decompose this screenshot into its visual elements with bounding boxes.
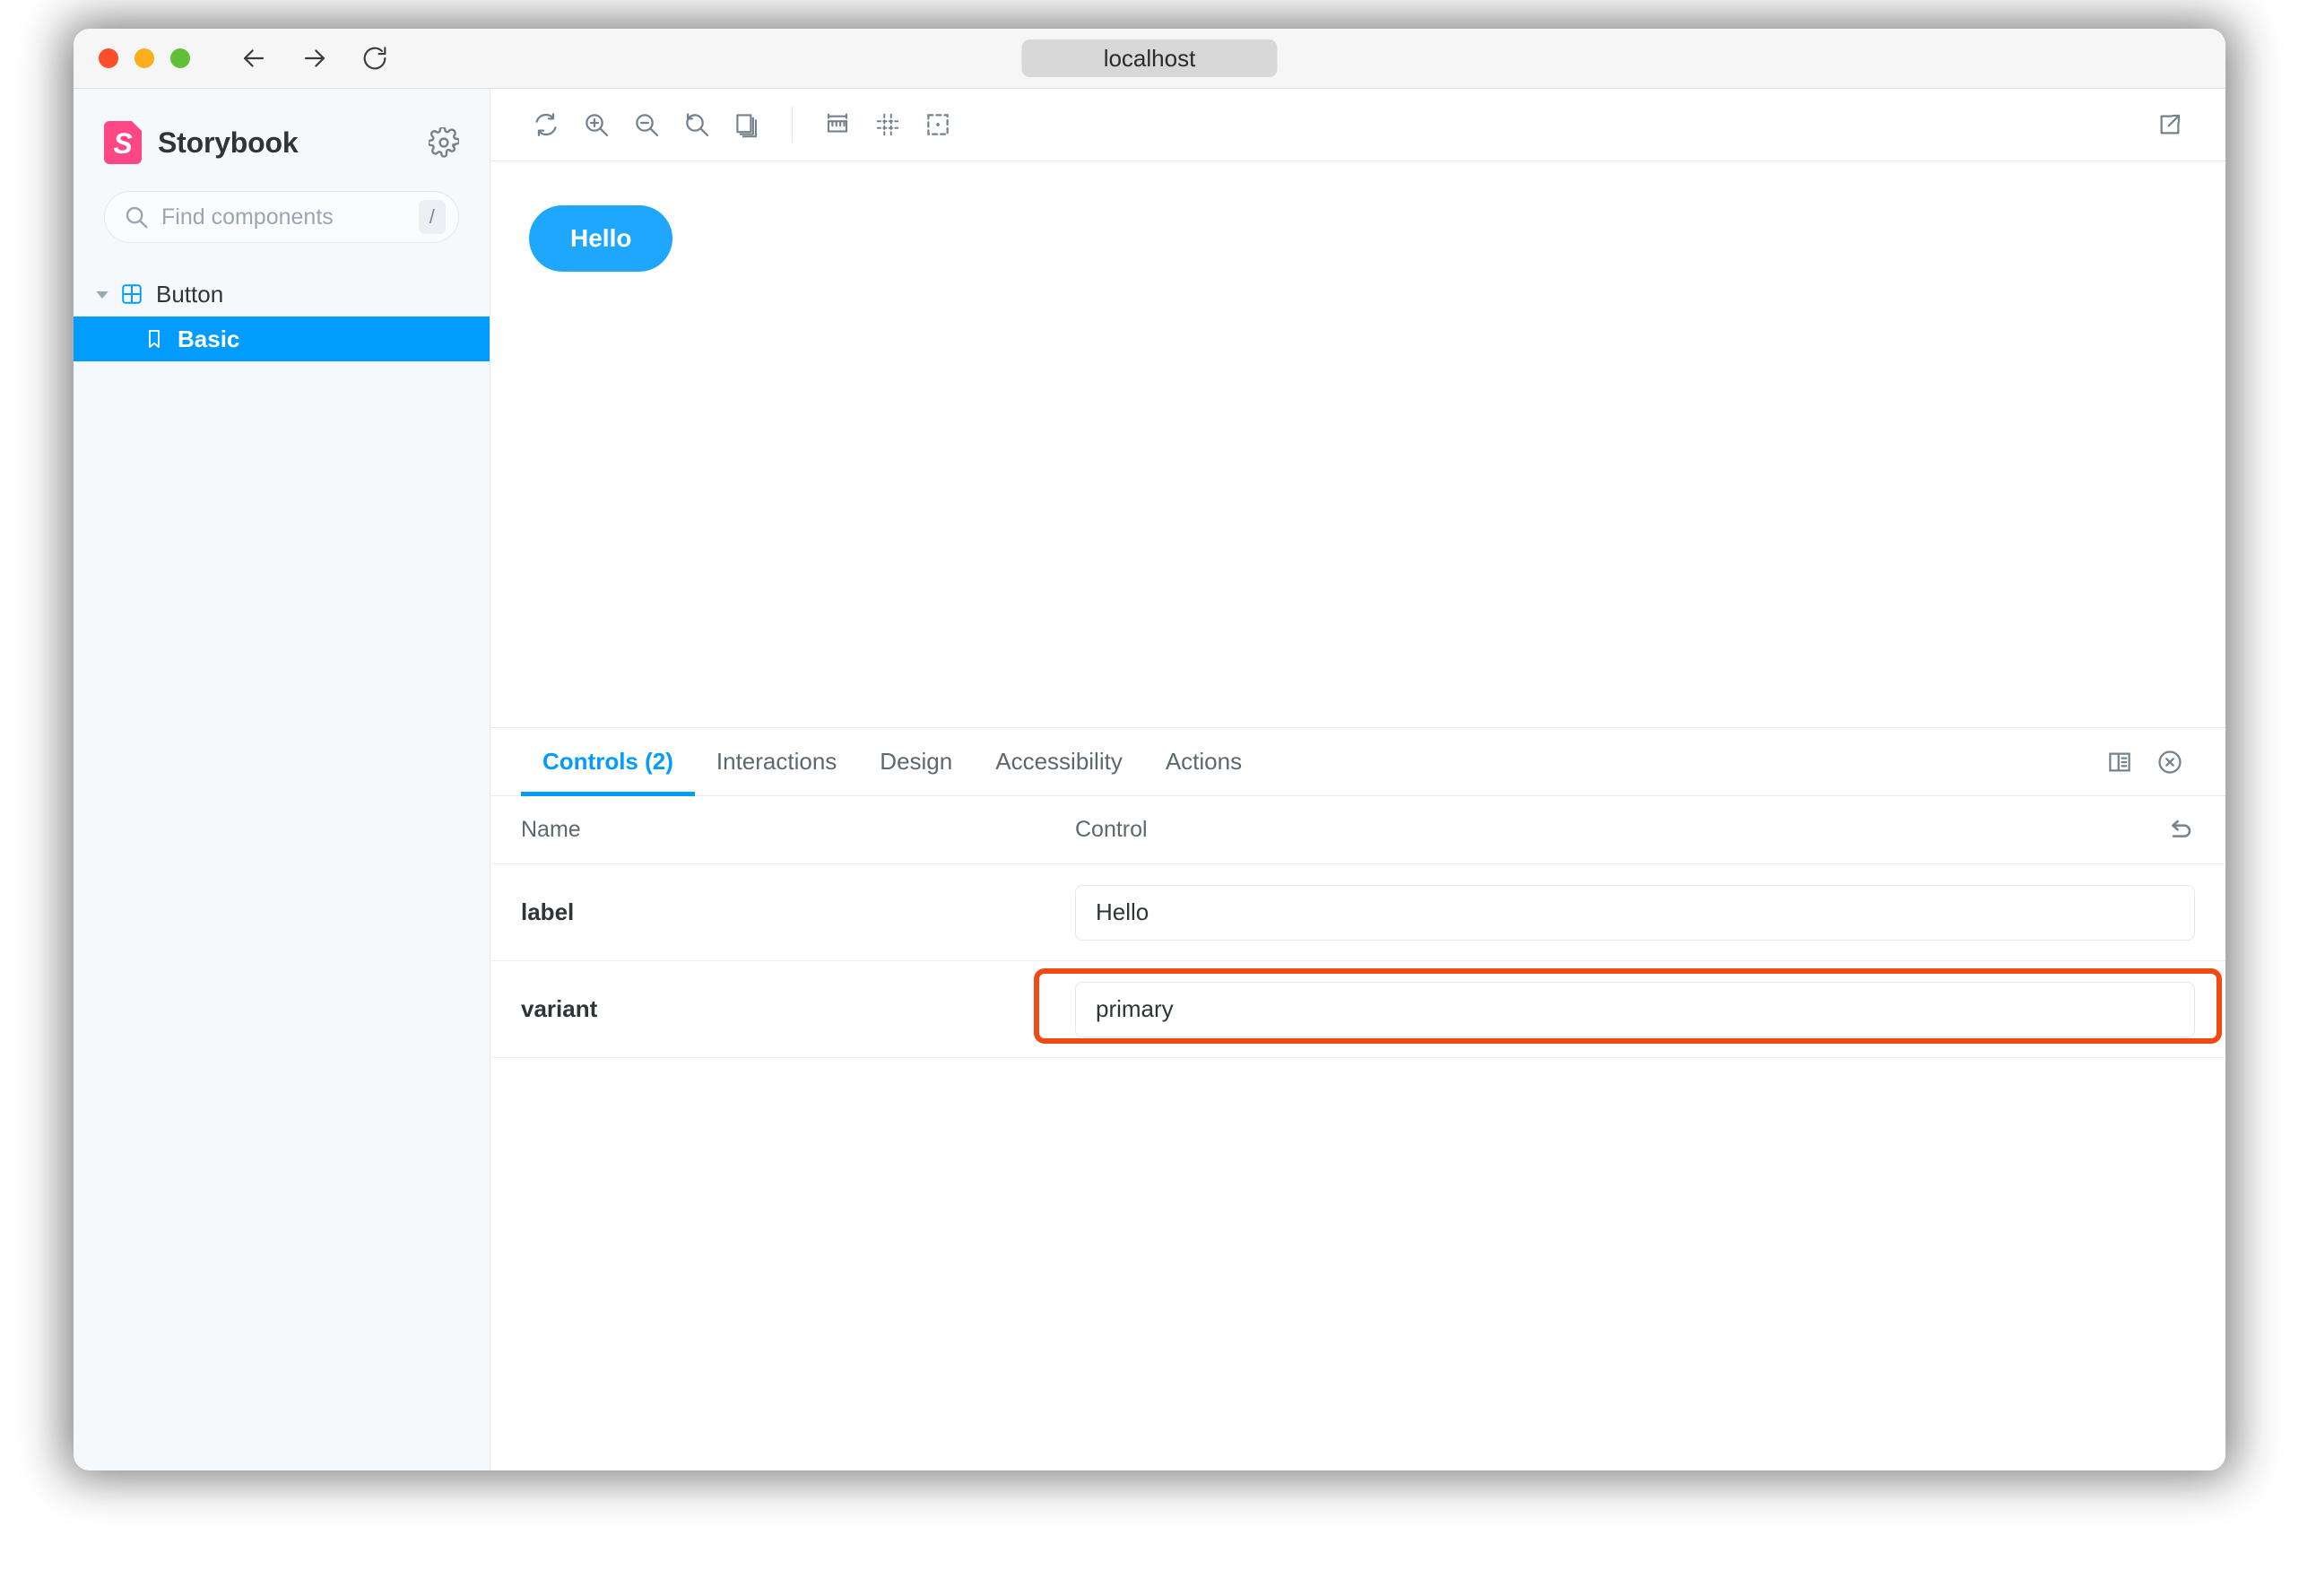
search-icon bbox=[123, 204, 150, 230]
browser-window: localhost S Storybook Find components / … bbox=[74, 29, 2225, 1470]
sidebar-item-label: Button bbox=[156, 280, 224, 308]
canvas-toolbar bbox=[490, 89, 2225, 161]
remount-icon[interactable] bbox=[521, 100, 571, 150]
table-row: label bbox=[490, 864, 2225, 961]
brand-name: Storybook bbox=[158, 126, 299, 159]
story-tree: Button Basic bbox=[74, 272, 490, 361]
tab-interactions[interactable]: Interactions bbox=[695, 728, 858, 795]
main-area: Hello Controls (2) Interactions Design A… bbox=[490, 89, 2225, 1470]
addon-panel: Controls (2) Interactions Design Accessi… bbox=[490, 728, 2225, 1470]
component-icon bbox=[120, 282, 143, 306]
chevron-down-icon[interactable] bbox=[93, 285, 111, 303]
search-box[interactable]: / bbox=[104, 191, 459, 243]
control-name-label: variant bbox=[521, 995, 598, 1022]
toolbar-separator bbox=[792, 107, 793, 143]
screenshot-root: localhost S Storybook Find components / … bbox=[0, 0, 2299, 1596]
reload-icon[interactable] bbox=[360, 44, 389, 73]
minimize-window-button[interactable] bbox=[134, 48, 154, 68]
browser-titlebar: localhost bbox=[74, 29, 2225, 89]
column-header-control: Control bbox=[1075, 817, 1148, 842]
controls-table: Name Control label Hello variant primary bbox=[490, 796, 2225, 1470]
back-arrow-icon[interactable] bbox=[239, 43, 269, 74]
story-canvas: Hello bbox=[490, 161, 2225, 728]
tab-actions[interactable]: Actions bbox=[1144, 728, 1263, 795]
tab-controls[interactable]: Controls (2) bbox=[521, 728, 695, 796]
controls-table-header: Name Control bbox=[490, 796, 2225, 864]
outline-icon[interactable] bbox=[913, 100, 963, 150]
zoom-in-icon[interactable] bbox=[571, 100, 621, 150]
column-header-name: Name bbox=[521, 817, 581, 842]
sidebar: S Storybook / bbox=[74, 89, 490, 1470]
table-row: variant bbox=[490, 961, 2225, 1058]
browser-nav-buttons bbox=[239, 43, 389, 74]
sidebar-item-button[interactable]: Button bbox=[74, 272, 490, 317]
control-name-label: label bbox=[521, 898, 575, 925]
address-bar-text: localhost bbox=[1103, 44, 1196, 72]
measure-icon[interactable] bbox=[812, 100, 863, 150]
zoom-reset-icon[interactable] bbox=[672, 100, 722, 150]
tabbar-spacer bbox=[1263, 728, 2095, 795]
reset-controls-icon[interactable] bbox=[2166, 816, 2195, 845]
storybook-logo-icon[interactable]: S bbox=[104, 121, 142, 164]
control-cell bbox=[1075, 981, 2195, 1037]
backgrounds-icon[interactable] bbox=[722, 100, 772, 150]
variant-control-input[interactable] bbox=[1075, 981, 2195, 1037]
label-control-input[interactable] bbox=[1075, 884, 2195, 941]
open-in-new-tab-icon[interactable] bbox=[2145, 100, 2195, 150]
forward-arrow-icon[interactable] bbox=[299, 43, 330, 74]
close-panel-icon[interactable] bbox=[2145, 728, 2195, 795]
bookmark-icon bbox=[143, 328, 165, 350]
address-bar[interactable]: localhost bbox=[1021, 39, 1278, 77]
zoom-out-icon[interactable] bbox=[621, 100, 672, 150]
gear-icon[interactable] bbox=[429, 127, 459, 158]
panel-layout-toggle-icon[interactable] bbox=[2095, 728, 2145, 795]
sidebar-item-label: Basic bbox=[178, 325, 240, 352]
storybook-app: S Storybook / bbox=[74, 89, 2225, 1470]
tab-design[interactable]: Design bbox=[858, 728, 974, 795]
search-shortcut-key: / bbox=[418, 200, 446, 234]
tab-accessibility[interactable]: Accessibility bbox=[974, 728, 1144, 795]
addon-tabbar: Controls (2) Interactions Design Accessi… bbox=[490, 728, 2225, 796]
maximize-window-button[interactable] bbox=[170, 48, 190, 68]
sidebar-header: S Storybook bbox=[74, 89, 490, 164]
window-traffic-lights bbox=[99, 48, 190, 68]
close-window-button[interactable] bbox=[99, 48, 118, 68]
sidebar-item-basic[interactable]: Basic bbox=[74, 317, 490, 361]
control-cell bbox=[1075, 884, 2195, 941]
search-input[interactable] bbox=[161, 204, 419, 230]
grid-icon[interactable] bbox=[863, 100, 913, 150]
story-preview-button[interactable]: Hello bbox=[529, 205, 673, 272]
